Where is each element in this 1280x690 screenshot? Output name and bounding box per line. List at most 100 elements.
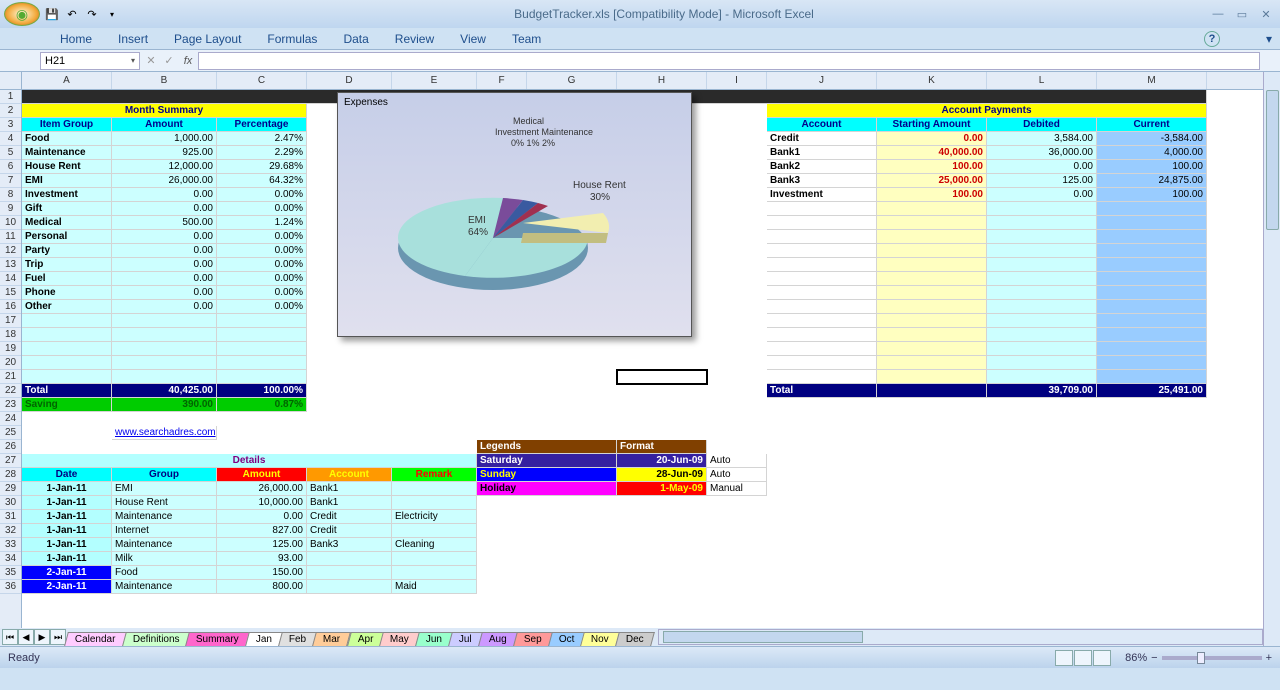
cell[interactable] xyxy=(877,300,987,314)
cell[interactable]: 0.00 xyxy=(112,230,217,244)
cancel-icon[interactable]: ✕ xyxy=(142,54,160,67)
cell[interactable] xyxy=(767,356,877,370)
cell[interactable]: Internet xyxy=(112,524,217,538)
row-header[interactable]: 4 xyxy=(0,132,21,146)
cell[interactable] xyxy=(767,300,877,314)
cell[interactable]: Remark xyxy=(392,468,477,482)
tab-formulas[interactable]: Formulas xyxy=(267,32,317,46)
cell[interactable]: 1-Jan-11 xyxy=(22,552,112,566)
cell[interactable]: Total xyxy=(767,384,877,398)
zoom-slider[interactable] xyxy=(1162,656,1262,660)
cell[interactable]: 125.00 xyxy=(987,174,1097,188)
row-header[interactable]: 24 xyxy=(0,412,21,426)
cell[interactable]: Gift xyxy=(22,202,112,216)
cell[interactable]: Bank1 xyxy=(307,496,392,510)
cell[interactable]: Account xyxy=(767,118,877,132)
cell[interactable]: 2-Jan-11 xyxy=(22,566,112,580)
row-header[interactable]: 36 xyxy=(0,580,21,594)
cell[interactable]: 100.00 xyxy=(877,188,987,202)
cell[interactable] xyxy=(307,552,392,566)
cell[interactable] xyxy=(987,244,1097,258)
cell[interactable]: Party xyxy=(22,244,112,258)
view-normal-icon[interactable] xyxy=(1055,650,1073,666)
cell[interactable]: Details xyxy=(22,454,477,468)
sheet-tab-definitions[interactable]: Definitions xyxy=(122,632,190,646)
cell[interactable]: Current xyxy=(1097,118,1207,132)
cell[interactable]: Bank3 xyxy=(767,174,877,188)
cell[interactable] xyxy=(987,314,1097,328)
cell[interactable] xyxy=(1097,342,1207,356)
row-header[interactable]: 27 xyxy=(0,454,21,468)
cell[interactable] xyxy=(767,202,877,216)
cell[interactable] xyxy=(877,272,987,286)
cell[interactable] xyxy=(1097,314,1207,328)
cell[interactable] xyxy=(1097,202,1207,216)
cell[interactable] xyxy=(767,272,877,286)
row-header[interactable]: 23 xyxy=(0,398,21,412)
zoom-in-button[interactable]: + xyxy=(1266,652,1272,664)
row-header[interactable]: 10 xyxy=(0,216,21,230)
cell[interactable]: Account Payments xyxy=(767,104,1207,118)
cell[interactable] xyxy=(1097,258,1207,272)
row-header[interactable]: 14 xyxy=(0,272,21,286)
cell[interactable] xyxy=(22,328,112,342)
cell[interactable]: 28-Jun-09 xyxy=(617,468,707,482)
cell[interactable] xyxy=(217,314,307,328)
formula-input[interactable] xyxy=(198,52,1260,70)
cell[interactable]: 24,875.00 xyxy=(1097,174,1207,188)
cell[interactable]: Food xyxy=(22,132,112,146)
cell[interactable] xyxy=(877,370,987,384)
cell[interactable] xyxy=(392,566,477,580)
cell[interactable]: 100.00% xyxy=(217,384,307,398)
cell[interactable] xyxy=(1097,300,1207,314)
cell[interactable]: Format xyxy=(617,440,707,454)
row-header[interactable]: 25 xyxy=(0,426,21,440)
main-grid[interactable]: ABCDEFGHIJKLM JanuaryMonth SummaryItem G… xyxy=(22,72,1280,646)
col-header[interactable]: H xyxy=(617,72,707,89)
cell[interactable]: Bank1 xyxy=(767,146,877,160)
cell[interactable]: 10,000.00 xyxy=(217,496,307,510)
tab-page-layout[interactable]: Page Layout xyxy=(174,32,241,46)
col-header[interactable]: L xyxy=(987,72,1097,89)
cell[interactable]: Saturday xyxy=(477,454,617,468)
row-header[interactable]: 33 xyxy=(0,538,21,552)
cell[interactable] xyxy=(767,370,877,384)
cell[interactable]: Group xyxy=(112,468,217,482)
cell[interactable]: 0.00 xyxy=(112,286,217,300)
cell[interactable] xyxy=(767,258,877,272)
cell[interactable]: 0.00 xyxy=(217,510,307,524)
cell[interactable]: 100.00 xyxy=(1097,188,1207,202)
cell[interactable] xyxy=(1097,356,1207,370)
tab-nav-last[interactable]: ⏭ xyxy=(50,629,66,645)
tab-review[interactable]: Review xyxy=(395,32,434,46)
cell[interactable] xyxy=(767,244,877,258)
cell[interactable]: 0.00% xyxy=(217,286,307,300)
cell[interactable]: Phone xyxy=(22,286,112,300)
cell[interactable] xyxy=(877,216,987,230)
cell[interactable]: 36,000.00 xyxy=(987,146,1097,160)
cell[interactable]: 1-May-09 xyxy=(617,482,707,496)
row-header[interactable]: 18 xyxy=(0,328,21,342)
row-header[interactable]: 34 xyxy=(0,552,21,566)
cell[interactable]: Food xyxy=(112,566,217,580)
cell[interactable] xyxy=(767,286,877,300)
cell[interactable]: www.searchadres.com xyxy=(112,426,217,440)
cell[interactable] xyxy=(112,370,217,384)
cell[interactable]: 1,000.00 xyxy=(112,132,217,146)
cell[interactable]: 925.00 xyxy=(112,146,217,160)
cell[interactable]: House Rent xyxy=(112,496,217,510)
col-header[interactable]: G xyxy=(527,72,617,89)
cell[interactable]: EMI xyxy=(22,174,112,188)
row-header[interactable]: 1 xyxy=(0,90,21,104)
cell[interactable] xyxy=(22,356,112,370)
cell[interactable]: Credit xyxy=(307,524,392,538)
tab-nav-first[interactable]: ⏮ xyxy=(2,629,18,645)
cell[interactable] xyxy=(877,328,987,342)
cell[interactable] xyxy=(877,202,987,216)
cell[interactable] xyxy=(392,552,477,566)
sheet-tab-aug[interactable]: Aug xyxy=(478,632,518,646)
cell[interactable]: Saving xyxy=(22,398,112,412)
cell[interactable]: Investment xyxy=(767,188,877,202)
cell[interactable]: 64.32% xyxy=(217,174,307,188)
undo-icon[interactable]: ↶ xyxy=(64,6,80,22)
